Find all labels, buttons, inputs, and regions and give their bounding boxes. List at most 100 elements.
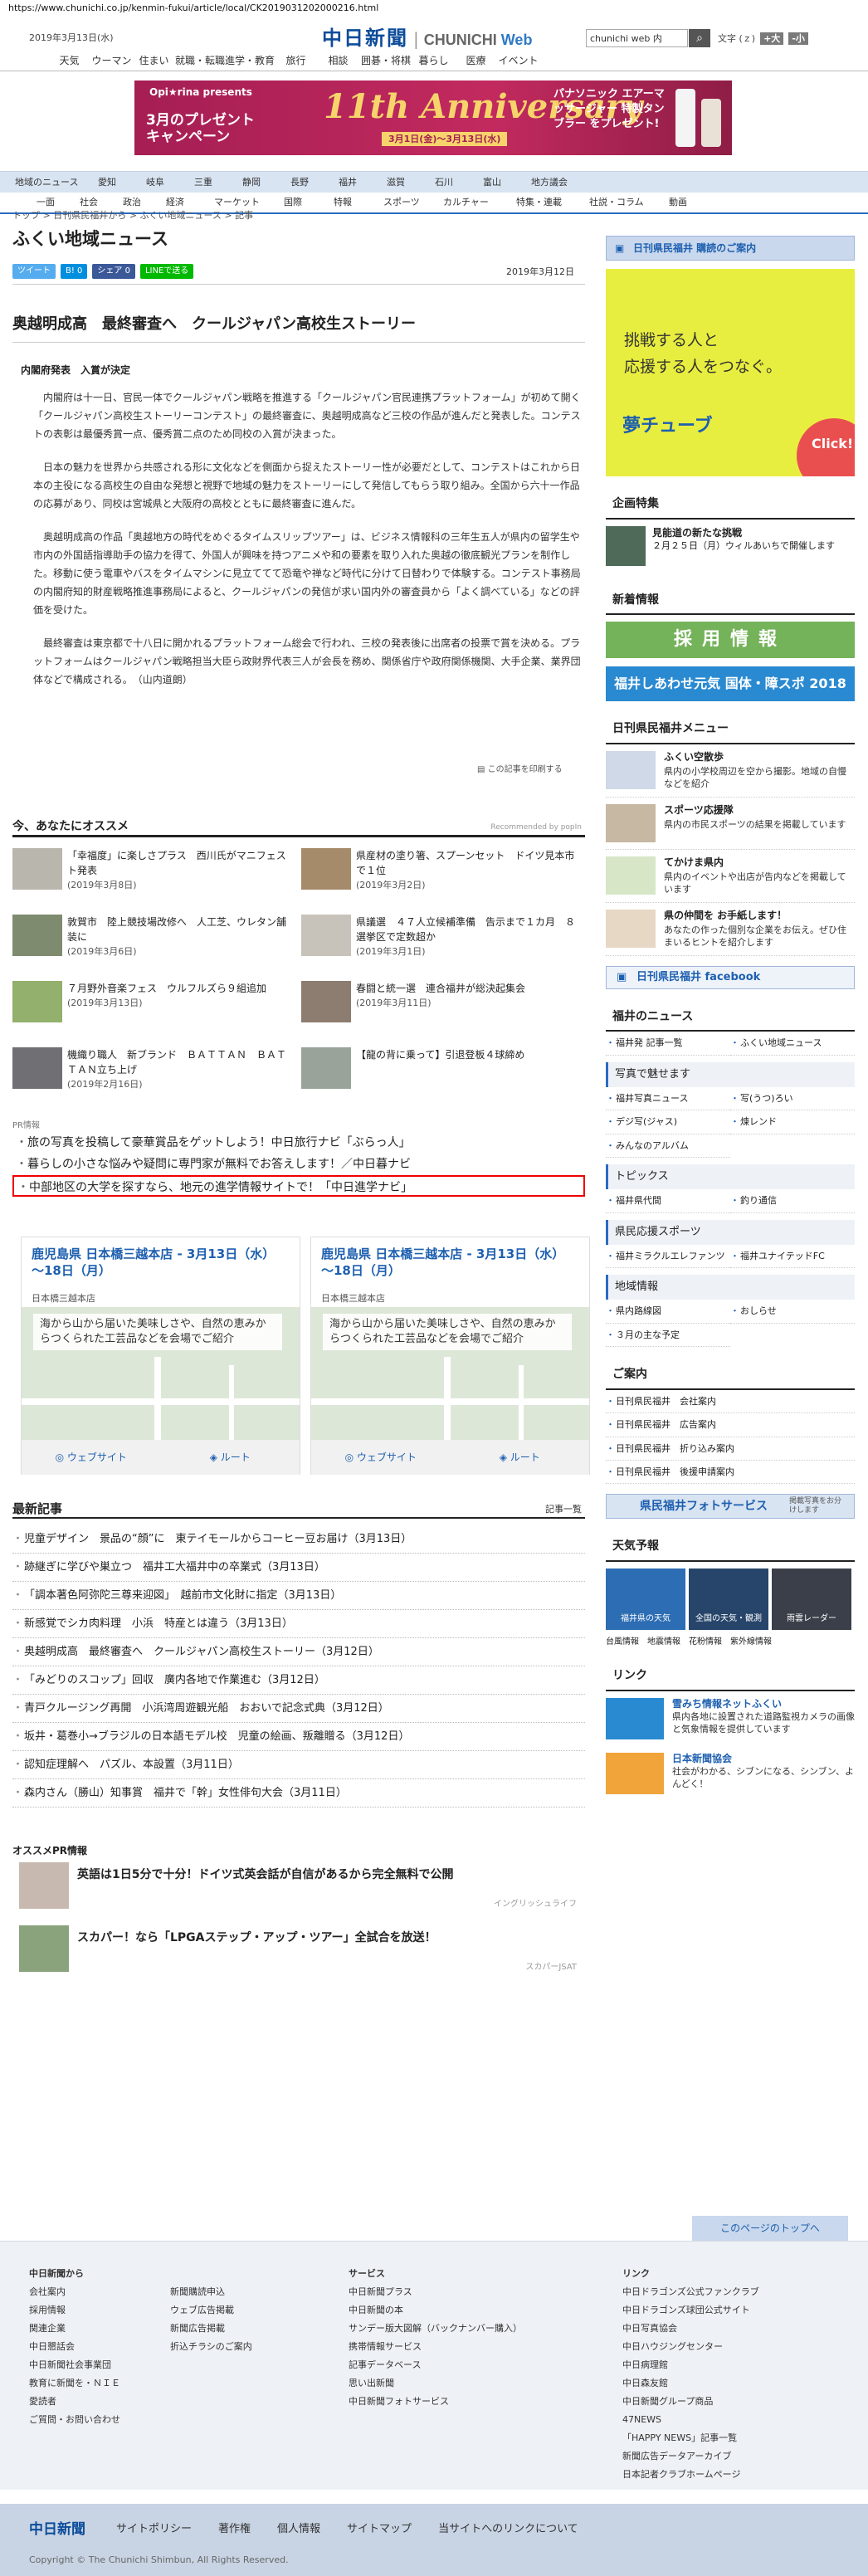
global-nav-item[interactable]: 就職・転職	[175, 51, 225, 71]
menu-item[interactable]: ふくい空散歩 県内の小学校周辺を空から撮影。地域の自慢などを紹介	[606, 744, 855, 798]
weather-box[interactable]: 福井県の天気	[606, 1569, 685, 1630]
footer-link[interactable]: 中日新聞フォトサービス	[349, 2393, 522, 2411]
footer-link[interactable]: 愛読者	[29, 2393, 120, 2411]
region-nav-item[interactable]: 富山	[483, 176, 531, 188]
recommend-item[interactable]: 【龍の背に乗って】引退登板４球締め	[301, 1047, 583, 1097]
section-nav-item[interactable]: 特集・連載	[516, 196, 589, 208]
footer-link[interactable]: ご質問・お問い合わせ	[29, 2411, 120, 2429]
section-nav-item[interactable]: 社会	[80, 196, 123, 208]
section-nav-item[interactable]: 社説・コラム	[589, 196, 669, 208]
breadcrumb[interactable]: トップ > 日刊県民福井から > ふくい地域ニュース > 記事	[12, 209, 253, 222]
footer-link[interactable]: 中日病理館	[622, 2356, 759, 2374]
section-nav-item[interactable]: 政治	[123, 196, 166, 208]
footer-link[interactable]: 新聞広告掲載	[170, 2320, 252, 2338]
section-nav-item[interactable]: 特報	[334, 196, 383, 208]
sidebar-ad[interactable]: 挑戦する人と 応援する人をつなぐ。 夢チューブ Click!	[606, 269, 855, 476]
latest-item[interactable]: 認知症理解へ パズル、本設置（3月11日）	[12, 1751, 585, 1779]
sports-link[interactable]: 福井ミラクルエレファンツ	[606, 1245, 730, 1269]
recommend-item[interactable]: 機織り職人 新ブランド ＢＡＴＴＡＮ ＢＡＴＴＡＮ立ち上げ (2019年2月16日…	[12, 1047, 295, 1097]
osusume-pr-item[interactable]: 英語は1日5分で十分！ドイツ式英会話が自信があるから完全無料で公開 イングリッシ…	[12, 1862, 585, 1920]
weather-box[interactable]: 雨雲レーダー	[772, 1569, 851, 1630]
route-button[interactable]: ◈ ルート	[161, 1440, 300, 1475]
region-nav-item[interactable]: 滋賀	[387, 176, 435, 188]
latest-item[interactable]: 「みどりのスコップ」回収 廣内各地で作業進む（3月12日）	[12, 1666, 585, 1695]
search-input[interactable]: chunichi web 内	[586, 29, 688, 47]
print-link[interactable]: ▤ この記事を印刷する	[477, 764, 563, 776]
region-nav-item[interactable]: 福井	[339, 176, 387, 188]
global-nav-item[interactable]: 住まい	[133, 51, 175, 71]
latest-item[interactable]: 青戸クルージング再開 小浜湾周遊観光船 おおいで記念式典（3月12日）	[12, 1695, 585, 1723]
section-nav-item[interactable]: 経済	[166, 196, 214, 208]
osusume-pr-item[interactable]: スカパー！なら「LPGAステップ・アップ・ツアー」全試合を放送！ スカパーJSA…	[12, 1925, 585, 1983]
campaign-banner[interactable]: Opi★rina presents 3月のプレゼント キャンペーン 11th A…	[134, 80, 732, 155]
footer-link[interactable]: 中日新聞の本	[349, 2301, 522, 2320]
section-nav-item[interactable]: マーケット	[214, 196, 284, 208]
guide-link[interactable]: 日刊県民福井 広告案内	[606, 1413, 855, 1437]
latest-item[interactable]: 児童デザイン 景品の“顔”に 東テイモールからコーヒー豆お届け（3月13日）	[12, 1525, 585, 1554]
global-nav-item[interactable]: イベント	[497, 51, 539, 71]
global-nav-item[interactable]: 相談	[317, 51, 359, 71]
latest-item[interactable]: 森内さん（勝山）知事賞 福井で「幹」女性俳句大会（3月11日）	[12, 1779, 585, 1808]
footer-link[interactable]: 中日写真協会	[622, 2320, 759, 2338]
facebook-link[interactable]: 日刊県民福井 facebook	[606, 965, 855, 989]
footer-link[interactable]: 関連企業	[29, 2320, 120, 2338]
footer-link[interactable]: 中日新聞プラス	[349, 2283, 522, 2301]
footer-bottom-link[interactable]: 著作権	[218, 2522, 251, 2537]
footer-link[interactable]: ウェブ広告掲載	[170, 2301, 252, 2320]
recommend-item[interactable]: ７月野外音楽フェス ウルフルズら９組追加 (2019年3月13日)	[12, 981, 295, 1031]
footer-bottom-link[interactable]: サイトマップ	[347, 2522, 412, 2537]
topic-link[interactable]: 福井県代間	[606, 1189, 730, 1213]
hatena-bookmark-button[interactable]: B! 0	[61, 264, 88, 279]
subscribe-link[interactable]: 日刊県民福井 購読のご案内	[606, 236, 855, 261]
feature-item[interactable]: 見能道の新たな挑戦 ２月２５日（月）ウィルあいちで開催します	[606, 520, 855, 573]
recommend-item[interactable]: 「幸福度」に楽しさプラス 西川氏がマニフェスト発表 (2019年3月8日)	[12, 848, 295, 898]
region-nav-item[interactable]: 石川	[435, 176, 483, 188]
pagetop-button[interactable]: このページのトップへ	[692, 2216, 848, 2241]
global-nav-item[interactable]: 囲碁・将棋	[359, 51, 412, 71]
section-nav-item[interactable]: 国際	[284, 196, 334, 208]
sports-link[interactable]: 福井ユナイテッドFC	[730, 1245, 855, 1269]
map-ad[interactable]: 鹿児島県 日本橋三越本店 - 3月13日（水）～18日（月） 日本橋三越本店 海…	[310, 1237, 590, 1475]
info-link[interactable]: 県内路線図	[606, 1300, 730, 1324]
recommend-item[interactable]: 春闘と統一選 連合福井が総決起集会 (2019年3月11日)	[301, 981, 583, 1031]
global-nav-item[interactable]: 暮らし	[412, 51, 455, 71]
footer-link[interactable]: 47NEWS	[622, 2411, 759, 2429]
guide-link[interactable]: 日刊県民福井 会社案内	[606, 1390, 855, 1414]
latest-item[interactable]: 新感覚でシカ肉料理 小浜 特産とは違う（3月13日）	[12, 1610, 585, 1638]
weather-link[interactable]: 地震情報	[647, 1637, 680, 1648]
weather-link[interactable]: 花粉情報	[689, 1637, 722, 1648]
footer-link[interactable]: 中日ドラゴンズ公式ファンクラブ	[622, 2283, 759, 2301]
link-item[interactable]: 雪みち情報ネットふくい 県内各地に設置された道路監視カメラの画像と気象情報を提供し…	[606, 1691, 855, 1746]
region-nav-item[interactable]: 愛知	[98, 176, 146, 188]
weather-box[interactable]: 全国の天気・観測	[689, 1569, 768, 1630]
latest-item[interactable]: 跡継ぎに学びや巣立つ 福井工大福井中の卒業式（3月13日）	[12, 1554, 585, 1582]
latest-item[interactable]: 坂井・葛巻小→ブラジルの日本語モデル校 児童の絵画、叛離贈る（3月12日）	[12, 1723, 585, 1751]
region-nav-item[interactable]: 静岡	[242, 176, 290, 188]
footer-link[interactable]: 中日懇話会	[29, 2338, 120, 2356]
info-link[interactable]: おしらせ	[730, 1300, 855, 1324]
guide-link[interactable]: 日刊県民福井 折り込み案内	[606, 1437, 855, 1461]
footer-link[interactable]: 思い出新聞	[349, 2374, 522, 2393]
footer-bottom-link[interactable]: サイトポリシー	[116, 2522, 192, 2537]
pr-link-highlighted[interactable]: 中部地区の大学を探すなら、地元の進学情報サイトで！「中日進学ナビ」	[12, 1175, 585, 1198]
photo-link[interactable]: 福井写真ニュース	[606, 1087, 730, 1111]
footer-link[interactable]: 会社案内	[29, 2283, 120, 2301]
region-nav-item[interactable]: 岐阜	[146, 176, 194, 188]
weather-link[interactable]: 台風情報	[606, 1637, 639, 1648]
footer-link[interactable]: 日本記者クラブホームページ	[622, 2466, 759, 2484]
footer-link[interactable]: 中日ハウジングセンター	[622, 2338, 759, 2356]
global-nav-item[interactable]: 医療	[455, 51, 497, 71]
topic-link[interactable]: 釣り通信	[730, 1189, 855, 1213]
recruit-banner[interactable]: 採用情報	[606, 622, 855, 659]
region-nav-item[interactable]: 地方議会	[531, 176, 589, 188]
latest-item[interactable]: 「調本著色阿弥陀三尊来迎図」 越前市文化財に指定（3月13日）	[12, 1582, 585, 1610]
tweet-button[interactable]: ツイート	[12, 264, 56, 279]
footer-link[interactable]: 採用情報	[29, 2301, 120, 2320]
website-button[interactable]: ◎ ウェブサイト	[311, 1440, 451, 1475]
footer-bottom-link[interactable]: 個人情報	[277, 2522, 320, 2537]
latest-more-link[interactable]: 記事一覧	[545, 1503, 582, 1515]
map-ad[interactable]: 鹿児島県 日本橋三越本店 - 3月13日（水）～18日（月） 日本橋三越本店 海…	[21, 1237, 300, 1475]
region-nav-item[interactable]: 地域のニュース	[15, 176, 98, 188]
weather-link[interactable]: 紫外線情報	[730, 1637, 772, 1648]
global-nav-item[interactable]: 天気	[48, 51, 90, 71]
